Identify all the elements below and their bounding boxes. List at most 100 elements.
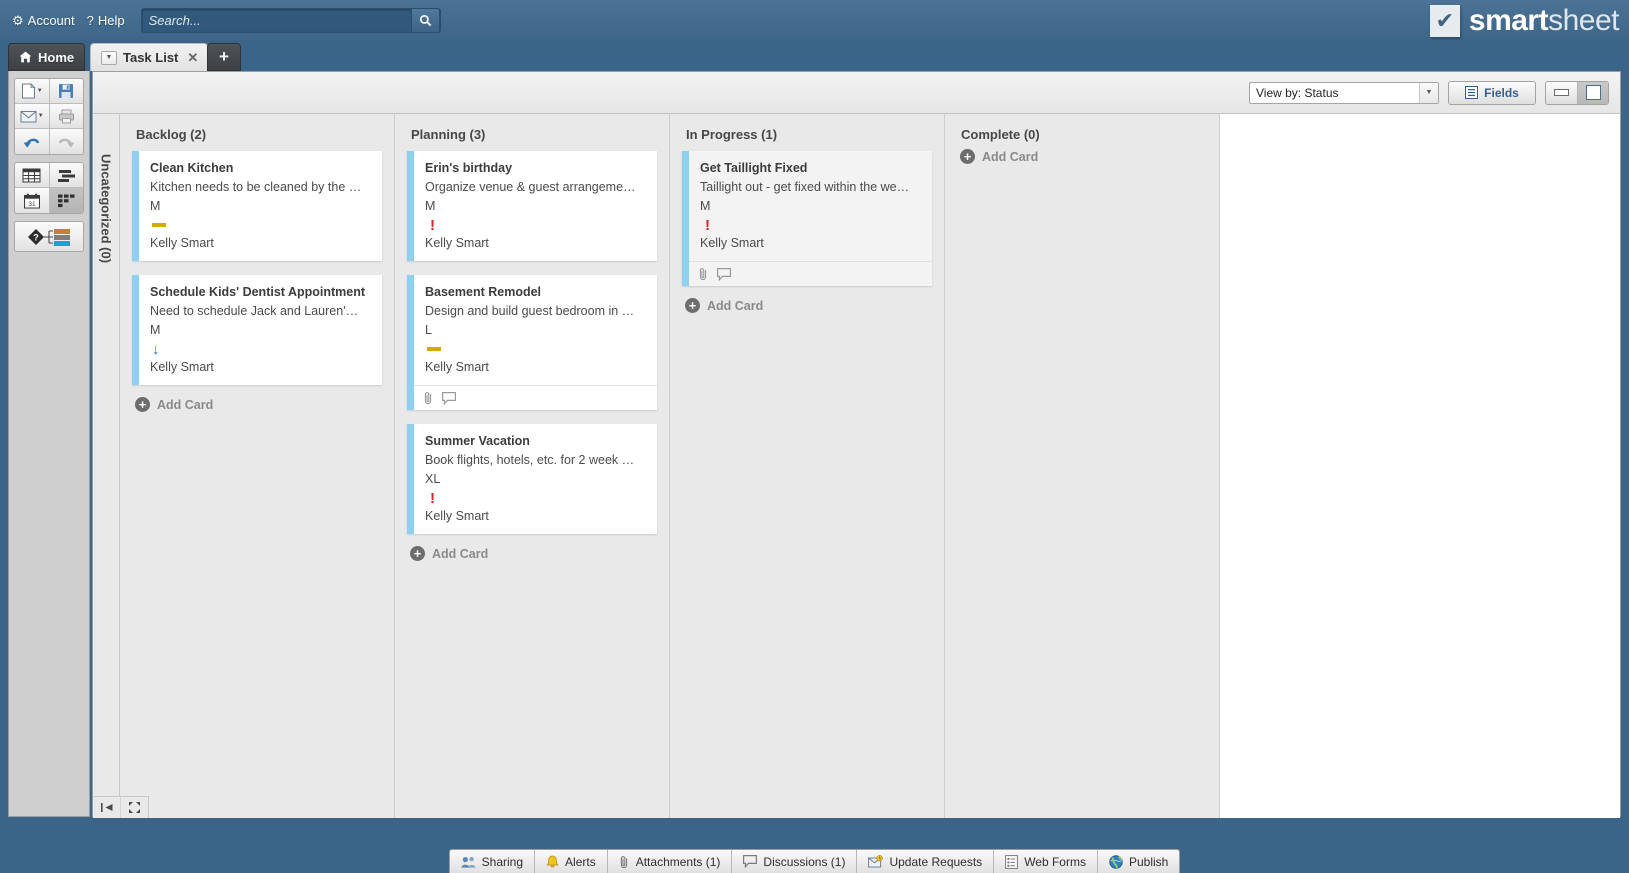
add-card-label: Add Card bbox=[982, 149, 1039, 164]
status-bar-discussions[interactable]: Discussions (1) bbox=[732, 850, 858, 873]
status-bar-publish[interactable]: Publish bbox=[1097, 850, 1180, 873]
collapse-left-icon bbox=[100, 803, 112, 812]
speech-bubble-icon bbox=[442, 391, 456, 405]
add-tab-button[interactable]: + bbox=[207, 43, 241, 71]
card-title: Get Taillight Fixed bbox=[700, 161, 808, 175]
card-comment-button[interactable] bbox=[442, 391, 456, 405]
gantt-view-button[interactable] bbox=[49, 163, 83, 188]
status-bar-update-requests[interactable]: Update Requests bbox=[857, 850, 995, 873]
toolbar-row: 31 bbox=[15, 188, 83, 213]
add-card-button[interactable]: + Add Card bbox=[407, 546, 657, 561]
close-icon[interactable]: ✕ bbox=[184, 50, 201, 66]
view-by-label: View by: Status bbox=[1256, 85, 1339, 100]
card-view-icon bbox=[57, 194, 75, 208]
task-card[interactable]: Summer Vacation Book flights, hotels, etc… bbox=[407, 424, 657, 534]
compact-card-view-button[interactable] bbox=[1546, 81, 1577, 104]
toolbar-row: ▼ bbox=[15, 79, 83, 104]
priority-medium-icon bbox=[427, 347, 441, 352]
logo-word-sheet: sheet bbox=[1548, 4, 1619, 37]
add-card-button[interactable]: + Add Card bbox=[682, 298, 932, 313]
tab-home[interactable]: Home bbox=[8, 43, 86, 71]
full-card-view-button[interactable] bbox=[1577, 81, 1608, 104]
full-card-icon bbox=[1585, 85, 1601, 100]
plus-circle-icon: + bbox=[685, 298, 700, 313]
card-owner: Kelly Smart bbox=[425, 508, 489, 523]
lane-label-uncategorized[interactable]: Uncategorized (0) bbox=[93, 114, 120, 818]
account-menu[interactable]: ⚙ Account bbox=[12, 13, 75, 28]
collapse-lanes-button[interactable] bbox=[93, 797, 121, 818]
tab-task-list[interactable]: ▼ Task List ✕ bbox=[90, 43, 209, 71]
column-title: In Progress (1) bbox=[686, 127, 778, 142]
search-input[interactable] bbox=[141, 12, 411, 28]
task-card[interactable]: Erin's birthday Organize venue & guest ar… bbox=[407, 151, 657, 261]
task-card[interactable]: Schedule Kids' Dentist Appointment Need t… bbox=[132, 275, 382, 385]
column-title: Complete (0) bbox=[961, 127, 1040, 142]
toolbar-group-file: ▼ ▼ bbox=[14, 78, 84, 155]
grid-view-button[interactable] bbox=[15, 163, 50, 188]
grid-icon bbox=[22, 168, 41, 182]
fields-button[interactable]: Fields bbox=[1448, 80, 1536, 105]
task-card[interactable]: Get Taillight Fixed Taillight out - get f… bbox=[682, 151, 932, 286]
form-icon bbox=[1005, 854, 1019, 869]
column-title: Planning (3) bbox=[411, 127, 486, 142]
logo-word-smart: smart bbox=[1468, 4, 1549, 37]
left-toolbar: ▼ ▼ 31 ? bbox=[8, 71, 90, 817]
add-card-button[interactable]: + Add Card bbox=[957, 149, 1207, 164]
column-title: Backlog (2) bbox=[136, 127, 207, 142]
task-card[interactable]: Clean Kitchen Kitchen needs to be cleaned… bbox=[132, 151, 382, 261]
card-attachment-button[interactable] bbox=[423, 391, 434, 405]
chevron-down-icon[interactable]: ▼ bbox=[1419, 82, 1438, 103]
fields-list-icon bbox=[1465, 86, 1479, 99]
status-bar-alerts[interactable]: Alerts bbox=[535, 850, 608, 873]
envelope-clock-icon bbox=[868, 854, 884, 869]
undo-button[interactable] bbox=[15, 129, 50, 154]
globe-icon bbox=[1109, 854, 1123, 869]
chevron-down-icon[interactable]: ▼ bbox=[101, 50, 117, 65]
save-button[interactable] bbox=[49, 79, 83, 104]
add-card-label: Add Card bbox=[157, 397, 214, 412]
search-box[interactable] bbox=[140, 7, 441, 33]
search-button[interactable] bbox=[410, 8, 439, 32]
svg-text:?: ? bbox=[33, 232, 39, 242]
card-attachment-button[interactable] bbox=[698, 267, 709, 281]
card-size-value: M bbox=[150, 199, 161, 213]
speech-bubble-icon bbox=[743, 855, 758, 868]
priority-low-arrow-icon: ↓ bbox=[152, 340, 160, 358]
card-comment-button[interactable] bbox=[717, 267, 731, 281]
card-footer bbox=[689, 261, 932, 286]
card-body: Schedule Kids' Dentist Appointment Need t… bbox=[139, 275, 382, 385]
status-bar-label: Publish bbox=[1128, 854, 1169, 869]
undo-arrow-icon bbox=[23, 138, 39, 148]
conditional-formatting-button[interactable]: ? bbox=[15, 222, 83, 251]
card-footer bbox=[414, 385, 657, 410]
card-view-button[interactable] bbox=[49, 188, 83, 213]
add-card-label: Add Card bbox=[707, 298, 764, 313]
print-button[interactable] bbox=[49, 104, 83, 129]
card-owner: Kelly Smart bbox=[425, 359, 489, 374]
redo-button[interactable] bbox=[49, 129, 83, 154]
new-sheet-button[interactable]: ▼ bbox=[15, 79, 50, 104]
board-column: In Progress (1) Get Taillight Fixed Tailli… bbox=[670, 114, 945, 818]
status-bar-sharing[interactable]: Sharing bbox=[449, 850, 536, 873]
card-size-value: L bbox=[425, 323, 432, 337]
fullscreen-button[interactable] bbox=[121, 797, 148, 818]
card-owner: Kelly Smart bbox=[700, 235, 764, 250]
board-columns: Backlog (2) Clean Kitchen Kitchen needs to… bbox=[120, 114, 1220, 818]
fields-button-label: Fields bbox=[1484, 85, 1519, 100]
document-icon bbox=[21, 83, 36, 99]
card-board: Uncategorized (0) Backlog (2) Clean Kitch… bbox=[93, 114, 1620, 818]
status-bar-attachments[interactable]: Attachments (1) bbox=[607, 850, 733, 873]
toolbar-row bbox=[15, 163, 83, 188]
account-label: Account bbox=[27, 12, 75, 28]
status-bar-web-forms[interactable]: Web Forms bbox=[994, 850, 1098, 873]
tab-strip: Home ▼ Task List ✕ + bbox=[0, 40, 1629, 71]
logo-wordmark: smartsheet bbox=[1468, 4, 1620, 38]
calendar-view-button[interactable]: 31 bbox=[15, 188, 50, 213]
help-menu[interactable]: ? Help bbox=[87, 13, 125, 28]
task-card[interactable]: Basement Remodel Design and build guest b… bbox=[407, 275, 657, 410]
view-by-dropdown[interactable]: View by: Status ▼ bbox=[1249, 81, 1439, 104]
send-email-button[interactable]: ▼ bbox=[15, 104, 50, 129]
priority-high-exclamation-icon: ! bbox=[705, 216, 710, 234]
add-card-button[interactable]: + Add Card bbox=[132, 397, 382, 412]
top-navigation-bar: ⚙ Account ? Help ✔ smartsheet bbox=[0, 0, 1629, 40]
